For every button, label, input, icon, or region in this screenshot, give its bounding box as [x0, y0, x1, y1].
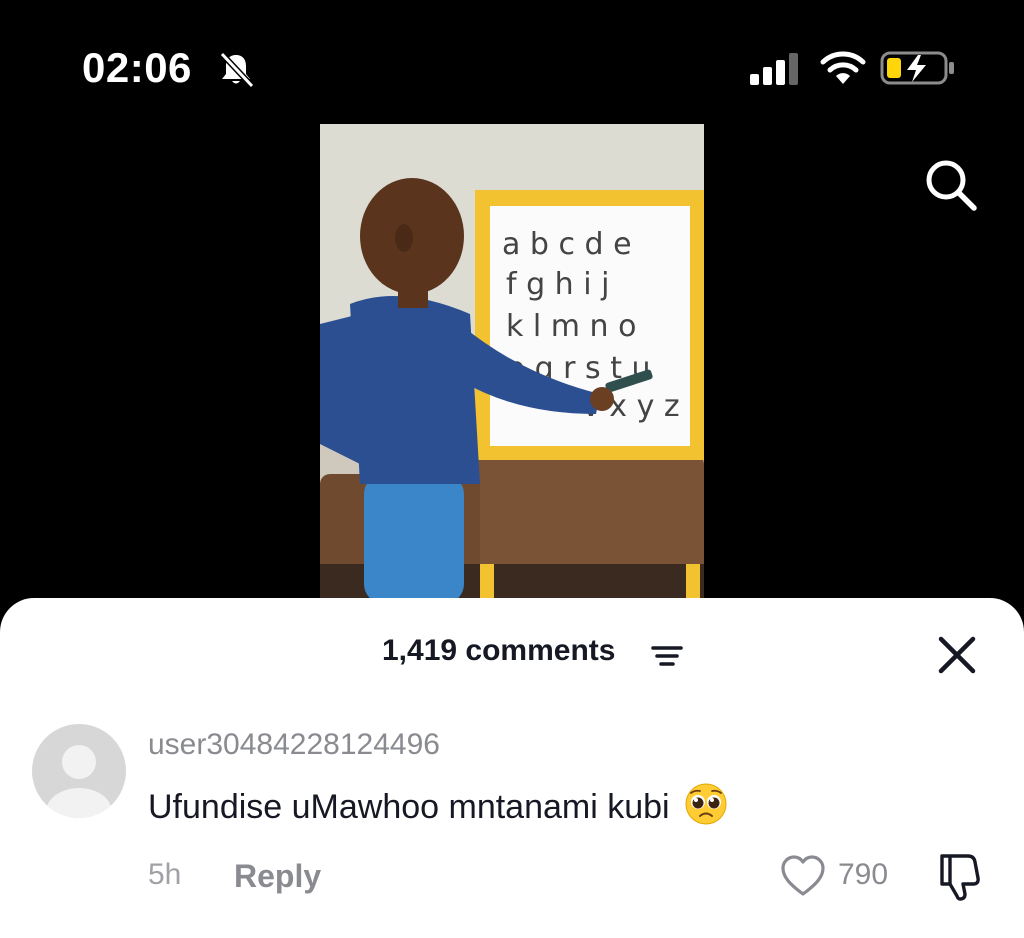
svg-text:f g h i j: f g h i j — [506, 267, 609, 302]
comments-header: 1,419 comments — [0, 628, 1024, 678]
comment-count-title: 1,419 comments — [382, 634, 616, 667]
video-player[interactable]: a b c d e f g h i j k l m n o p q r s t … — [320, 124, 704, 604]
filter-icon[interactable] — [650, 642, 684, 670]
close-icon[interactable] — [934, 632, 980, 678]
heart-icon[interactable] — [780, 854, 826, 898]
comments-sheet: 1,419 comments user30484228124496 Ufundi… — [0, 598, 1024, 938]
comment-username[interactable]: user30484228124496 — [148, 728, 440, 762]
avatar[interactable] — [32, 724, 126, 818]
like-count: 790 — [838, 858, 889, 891]
pleading-face-emoji — [685, 783, 727, 825]
bell-slash-icon — [219, 51, 255, 89]
status-time: 02:06 — [82, 44, 192, 91]
comment-body: Ufundise uMawhoo mntanami kubi — [148, 788, 670, 826]
video-thumbnail: a b c d e f g h i j k l m n o p q r s t … — [320, 124, 704, 604]
signal-icon — [750, 53, 798, 85]
svg-text:a b c d e: a b c d e — [502, 227, 632, 262]
battery-charging-icon — [880, 51, 954, 85]
svg-text:k l m n o: k l m n o — [506, 309, 636, 344]
default-avatar-icon — [46, 745, 112, 818]
status-bar: 02:06 — [0, 0, 1024, 120]
thumbs-down-icon[interactable] — [934, 850, 984, 902]
reply-button[interactable]: Reply — [234, 858, 321, 895]
search-icon[interactable] — [918, 152, 982, 216]
comment-item: user30484228124496 Ufundise uMawhoo mnta… — [0, 718, 1024, 918]
comment-time: 5h — [148, 858, 182, 891]
comment-text: Ufundise uMawhoo mntanami kubi — [148, 782, 728, 827]
wifi-icon — [820, 51, 866, 84]
